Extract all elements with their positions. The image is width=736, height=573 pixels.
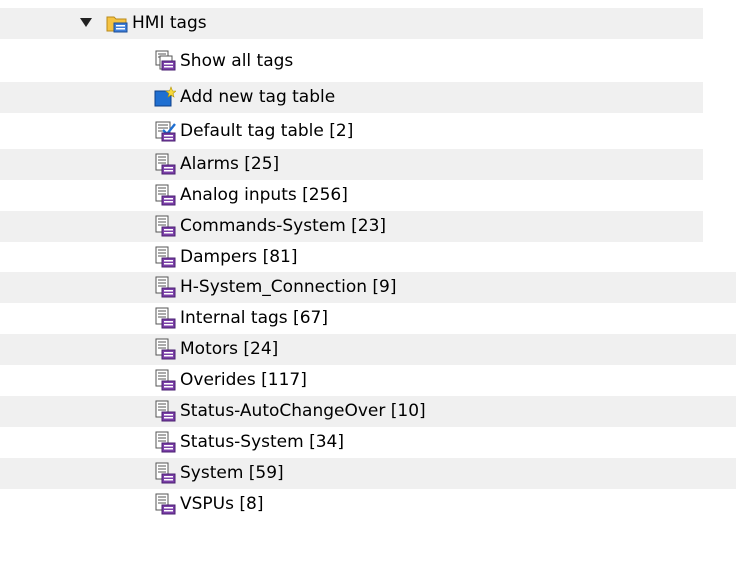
tag-table-icon xyxy=(155,369,176,391)
tree-item-label: System [59] xyxy=(180,463,284,483)
tag-table-icon xyxy=(155,153,176,175)
tree-item-commands-system[interactable]: Commands-System [23] xyxy=(0,211,703,242)
tree-item-label: Analog inputs [256] xyxy=(180,185,348,205)
default-tag-table-icon xyxy=(155,121,176,142)
tag-table-icon xyxy=(155,307,176,329)
tree-item-vspus[interactable]: VSPUs [8] xyxy=(0,489,736,520)
tag-table-icon xyxy=(155,431,176,453)
tree-item-label: Status-AutoChangeOver [10] xyxy=(180,401,426,421)
tree-item-status-autochangeover[interactable]: Status-AutoChangeOver [10] xyxy=(0,396,736,427)
tree-item-label: Add new tag table xyxy=(180,87,336,107)
add-new-icon xyxy=(154,86,176,107)
tree-item-label: Dampers [81] xyxy=(180,247,298,267)
tree-item-overides[interactable]: Overides [117] xyxy=(0,365,736,396)
tree-item-label: Motors [24] xyxy=(180,339,279,359)
tree-item-system[interactable]: System [59] xyxy=(0,458,736,489)
tree-item-dampers[interactable]: Dampers [81] xyxy=(0,242,703,273)
expand-triangle-icon[interactable] xyxy=(80,18,92,28)
tag-table-icon xyxy=(155,400,176,422)
tree-item-add-new-tag-table[interactable]: Add new tag table xyxy=(0,82,703,113)
tree-item-label: Status-System [34] xyxy=(180,432,344,452)
tree-item-label: Show all tags xyxy=(180,51,294,71)
tag-table-icon xyxy=(155,493,176,515)
tree-item-default-tag-table[interactable]: Default tag table [2] xyxy=(0,116,703,147)
tree-node-hmi-tags[interactable]: HMI tags xyxy=(0,8,703,39)
tree-item-label: VSPUs [8] xyxy=(180,494,264,514)
tag-table-icon xyxy=(155,338,176,360)
show-all-tags-icon xyxy=(155,50,176,71)
tree-item-status-system[interactable]: Status-System [34] xyxy=(0,427,736,458)
tree-node-label: HMI tags xyxy=(132,13,207,33)
tree-item-label: Overides [117] xyxy=(180,370,307,390)
tree-item-show-all-tags[interactable]: Show all tags xyxy=(0,46,703,77)
tree-item-label: Commands-System [23] xyxy=(180,216,387,236)
project-tree: HMI tags Show all tags Add new tag table xyxy=(0,0,736,573)
tag-table-icon xyxy=(155,184,176,206)
tree-item-analog-inputs[interactable]: Analog inputs [256] xyxy=(0,180,703,211)
tag-table-icon xyxy=(155,215,176,237)
tag-table-icon xyxy=(155,462,176,484)
tag-table-icon xyxy=(155,276,176,298)
tag-table-icon xyxy=(155,246,176,268)
folder-icon xyxy=(106,16,128,33)
tree-item-label: Default tag table [2] xyxy=(180,121,354,141)
tree-item-h-system-connection[interactable]: H-System_Connection [9] xyxy=(0,272,736,303)
tree-item-internal-tags[interactable]: Internal tags [67] xyxy=(0,303,736,334)
tree-item-label: H-System_Connection [9] xyxy=(180,277,397,297)
tree-item-label: Internal tags [67] xyxy=(180,308,328,328)
tree-item-alarms[interactable]: Alarms [25] xyxy=(0,149,703,180)
tree-item-label: Alarms [25] xyxy=(180,154,280,174)
tree-item-motors[interactable]: Motors [24] xyxy=(0,334,736,365)
